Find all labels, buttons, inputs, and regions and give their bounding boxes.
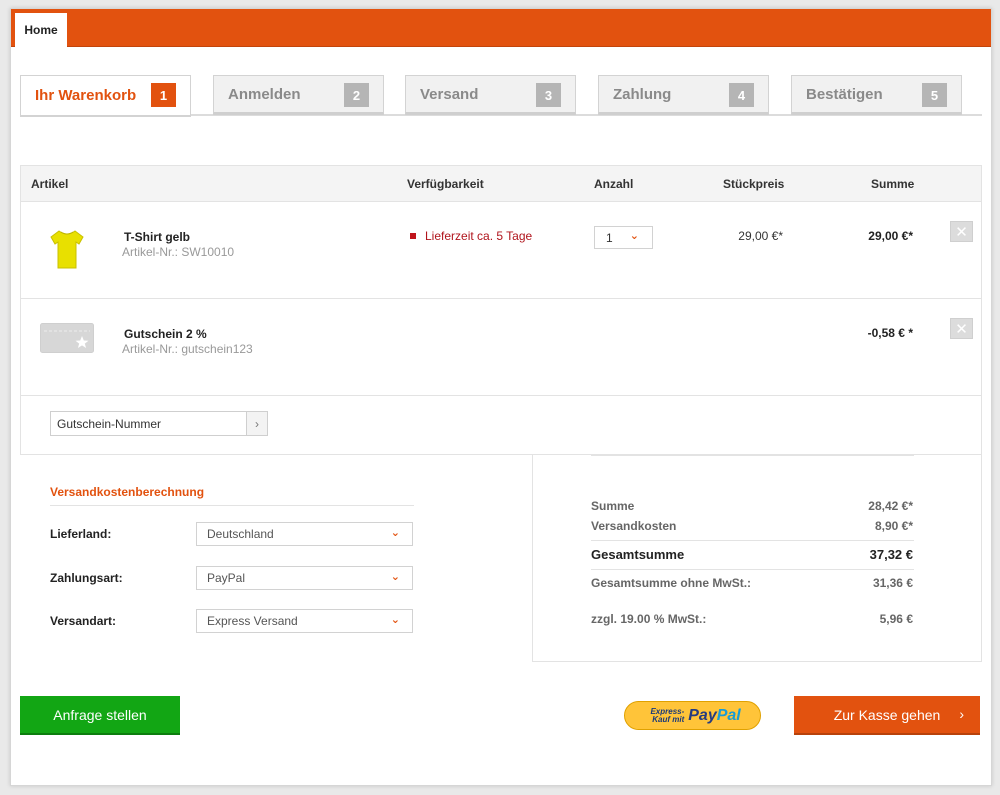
shipping-cost-panel: Versandkostenberechnung Lieferland: Deut… (20, 454, 533, 662)
column-unit-price: Stückpreis (723, 177, 785, 191)
item-article-number: Artikel-Nr.: SW10010 (122, 245, 235, 259)
country-select[interactable]: Deutschland ⌄ (196, 522, 413, 546)
quantity-select[interactable]: 1 ⌄ (594, 226, 653, 249)
step-number-badge: 3 (536, 83, 561, 107)
net-total-label: Gesamtsumme ohne MwSt.: (591, 576, 752, 590)
shipping-method-select[interactable]: Express Versand ⌄ (196, 609, 413, 633)
country-label: Lieferland: (50, 527, 112, 541)
chevron-down-icon: ⌄ (390, 614, 400, 626)
request-quote-label: Anfrage stellen (53, 706, 147, 723)
step-number-badge: 5 (922, 83, 947, 107)
item-title: Gutschein 2 % (124, 327, 207, 341)
nav-tab-home[interactable]: Home (15, 13, 67, 47)
cart-table-header: Artikel Verfügbarkeit Anzahl Stückpreis … (21, 166, 981, 202)
totals-divider (591, 455, 914, 456)
grand-total-label: Gesamtsumme (591, 547, 685, 562)
step-label: Anmelden (228, 85, 301, 103)
item-title[interactable]: T-Shirt gelb (124, 230, 190, 244)
shipping-cost-label: Versandkosten (591, 519, 677, 533)
column-sum: Summe (871, 177, 915, 191)
voucher-submit-button[interactable]: › (246, 411, 268, 436)
remove-item-button[interactable]: ✕ (950, 318, 973, 339)
grand-total-value: 37,32 € (869, 547, 913, 562)
quantity-value: 1 (606, 230, 613, 245)
subtotal-value: 28,42 €* (868, 499, 913, 513)
paypal-express-button[interactable]: Express-Kauf mit PayPal (624, 701, 761, 730)
step-cart[interactable]: Ihr Warenkorb 1 (20, 75, 191, 117)
step-number-badge: 1 (151, 83, 176, 107)
step-label: Bestätigen (806, 85, 883, 103)
availability-text: Lieferzeit ca. 5 Tage (425, 229, 533, 243)
remove-item-button[interactable]: ✕ (950, 221, 973, 242)
paypal-express-text: Express-Kauf mit (650, 706, 685, 724)
step-payment[interactable]: Zahlung 4 (598, 75, 769, 115)
vat-value: 5,96 € (879, 612, 913, 626)
item-sum: 29,00 €* (868, 229, 913, 243)
top-navigation-bar: Home (11, 9, 991, 47)
checkout-label: Zur Kasse gehen (833, 706, 941, 723)
shipping-cost-title: Versandkostenberechnung (50, 485, 414, 506)
totals-divider (591, 569, 914, 570)
checkout-button[interactable]: Zur Kasse gehen › (794, 696, 980, 735)
step-number-badge: 2 (344, 83, 369, 107)
step-number-badge: 4 (729, 83, 754, 107)
tshirt-image[interactable] (47, 228, 87, 270)
shipping-method-value: Express Versand (207, 614, 298, 628)
chevron-right-icon: › (959, 706, 964, 722)
column-article: Artikel (31, 177, 69, 191)
step-shipping[interactable]: Versand 3 (405, 75, 576, 115)
payment-method-select[interactable]: PayPal ⌄ (196, 566, 413, 590)
checkout-steps: Ihr Warenkorb 1 Anmelden 2 Versand 3 Zah… (20, 75, 982, 117)
column-quantity: Anzahl (594, 177, 634, 191)
cart-voucher-row: Gutschein 2 % Artikel-Nr.: gutschein123 … (21, 299, 981, 396)
voucher-code-input[interactable] (50, 411, 247, 436)
cart-table: Artikel Verfügbarkeit Anzahl Stückpreis … (20, 165, 982, 455)
chevron-right-icon: › (255, 416, 259, 431)
net-total-value: 31,36 € (872, 576, 913, 590)
step-label: Ihr Warenkorb (35, 87, 137, 104)
step-confirm[interactable]: Bestätigen 5 (791, 75, 962, 115)
chevron-down-icon: ⌄ (629, 230, 639, 242)
step-label: Versand (420, 85, 479, 103)
paypal-logo-pay: Pay (688, 706, 717, 724)
country-value: Deutschland (207, 527, 274, 541)
chevron-down-icon: ⌄ (390, 571, 400, 583)
voucher-entry: › (21, 396, 981, 454)
item-unit-price: 29,00 €* (738, 229, 783, 243)
voucher-card-icon (40, 323, 94, 353)
item-sum: -0,58 € * (867, 326, 913, 340)
totals-divider (591, 540, 914, 541)
item-availability: Lieferzeit ca. 5 Tage (410, 229, 532, 243)
subtotal-label: Summe (591, 499, 635, 513)
paypal-logo-pal: Pal (716, 706, 741, 724)
shipping-method-label: Versandart: (50, 614, 117, 628)
shipping-cost-value: 8,90 €* (874, 519, 913, 533)
totals-panel: Summe 28,42 €* Versandkosten 8,90 €* Ges… (532, 454, 982, 662)
step-label: Zahlung (613, 85, 672, 103)
close-icon: ✕ (955, 223, 968, 241)
chevron-down-icon: ⌄ (390, 527, 400, 539)
close-icon: ✕ (955, 320, 968, 338)
column-availability: Verfügbarkeit (407, 177, 484, 191)
payment-method-label: Zahlungsart: (50, 571, 123, 585)
cart-item-row: T-Shirt gelb Artikel-Nr.: SW10010 Liefer… (21, 202, 981, 299)
availability-dot-icon (410, 233, 416, 239)
item-article-number: Artikel-Nr.: gutschein123 (122, 342, 253, 356)
payment-method-value: PayPal (207, 571, 246, 585)
vat-label: zzgl. 19.00 % MwSt.: (591, 612, 707, 626)
request-quote-button[interactable]: Anfrage stellen (20, 696, 180, 735)
paypal-logo: PayPal (688, 707, 740, 725)
step-login[interactable]: Anmelden 2 (213, 75, 384, 115)
